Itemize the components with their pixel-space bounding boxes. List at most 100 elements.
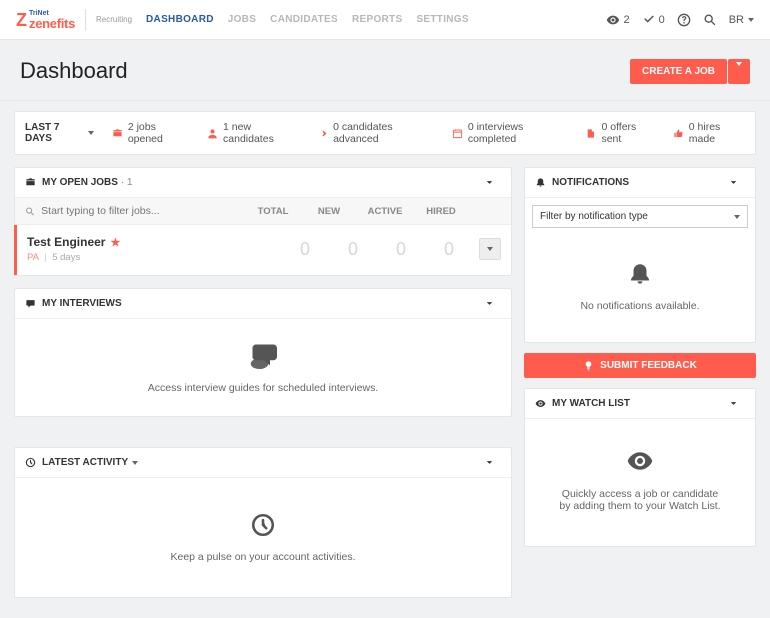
panel-title: MY INTERVIEWS [42, 298, 122, 309]
interviews-empty: Access interview guides for scheduled in… [15, 319, 511, 416]
open-jobs-count: 1 [127, 177, 133, 188]
job-row[interactable]: Test Engineer ★ PA | 5 days 0 0 0 0 [14, 225, 511, 275]
logo-recruiting: Recruiting [96, 16, 132, 24]
col-active: ACTIVE [361, 206, 409, 217]
notifications-empty: No notifications available. [525, 235, 755, 342]
stat-text: 0 interviews completed [468, 121, 568, 145]
thumbs-up-icon [673, 128, 684, 139]
nav-dashboard[interactable]: DASHBOARD [146, 14, 214, 25]
bulb-icon [583, 360, 594, 371]
empty-message: Keep a pulse on your account activities. [170, 551, 355, 563]
date-range-dropdown[interactable]: LAST 7 DAYS [25, 122, 94, 144]
title-row: Dashboard CREATE A JOB [0, 40, 770, 101]
main-nav: DASHBOARD JOBS CANDIDATES REPORTS SETTIN… [146, 14, 469, 25]
empty-message: Quickly access a job or candidate by add… [559, 488, 720, 512]
job-title: Test Engineer [27, 235, 105, 249]
empty-message: No notifications available. [580, 300, 699, 312]
notifications-header[interactable]: NOTIFICATIONS [525, 168, 755, 198]
briefcase-icon [112, 128, 123, 139]
stat-text: 2 jobs opened [128, 121, 189, 145]
user-menu[interactable]: BR [729, 14, 754, 26]
feedback-label: SUBMIT FEEDBACK [600, 360, 697, 371]
bell-icon [627, 261, 653, 290]
views-count: 2 [623, 14, 629, 26]
job-filter-search[interactable] [25, 205, 241, 217]
date-range-label: LAST 7 DAYS [25, 122, 85, 144]
col-hired: HIRED [417, 206, 465, 217]
caret-down-icon [487, 247, 493, 251]
empty-line-2: by adding them to your Watch List. [559, 500, 720, 512]
nav-settings[interactable]: SETTINGS [416, 14, 468, 25]
clock-icon [25, 457, 36, 468]
logo[interactable]: Z TriNet zenefits Recruiting [16, 9, 132, 31]
job-filter-input[interactable] [41, 205, 241, 217]
job-location: PA [27, 252, 38, 263]
stat-text: 0 candidates advanced [333, 121, 434, 145]
panel-title: MY WATCH LIST [552, 398, 630, 409]
notification-type-filter[interactable]: Filter by notification type [532, 205, 748, 228]
search-icon[interactable] [703, 13, 717, 27]
caret-down-icon [88, 131, 94, 135]
star-icon[interactable]: ★ [110, 236, 120, 249]
panel-title: NOTIFICATIONS [552, 177, 629, 188]
filter-label: Filter by notification type [540, 211, 734, 222]
empty-line-1: Quickly access a job or candidate [562, 488, 718, 500]
open-jobs-filter-row: TOTAL NEW ACTIVE HIRED [15, 198, 511, 225]
job-age: 5 days [52, 252, 80, 263]
comment-icon [25, 298, 36, 309]
caret-down-icon [748, 18, 754, 22]
create-job-button[interactable]: CREATE A JOB [630, 59, 727, 84]
interviews-header[interactable]: MY INTERVIEWS [15, 289, 511, 319]
topbar: Z TriNet zenefits Recruiting DASHBOARD J… [0, 0, 770, 40]
views-stat[interactable]: 2 [606, 13, 629, 27]
job-info: Test Engineer ★ PA | 5 days [27, 235, 281, 263]
empty-message: Access interview guides for scheduled in… [148, 382, 379, 394]
col-new: NEW [305, 206, 353, 217]
stat-candidates-advanced: 0 candidates advanced [317, 121, 434, 145]
watchlist-empty: Quickly access a job or candidate by add… [525, 419, 755, 546]
eye-icon [606, 13, 620, 27]
nav-candidates[interactable]: CANDIDATES [270, 14, 338, 25]
stat-text: 0 hires made [689, 121, 745, 145]
create-job-dropdown-button[interactable] [728, 59, 750, 84]
eye-icon [626, 447, 654, 478]
nav-reports[interactable]: REPORTS [352, 14, 402, 25]
watchlist-header[interactable]: MY WATCH LIST [525, 389, 755, 419]
user-initials: BR [729, 14, 744, 26]
summary-stats-bar: LAST 7 DAYS 2 jobs opened 1 new candidat… [14, 111, 756, 155]
col-total: TOTAL [249, 206, 297, 217]
separator: | [44, 252, 46, 263]
document-icon [585, 128, 596, 139]
open-jobs-panel: MY OPEN JOBS · 1 TOTAL NEW ACTIVE HIRED [14, 167, 512, 276]
caret-down-icon [736, 62, 742, 77]
interviews-panel: MY INTERVIEWS Access interview guides fo… [14, 288, 512, 417]
latest-activity-empty: Keep a pulse on your account activities. [15, 478, 511, 597]
panel-title: MY OPEN JOBS [42, 177, 118, 188]
job-count-new: 0 [329, 239, 377, 260]
bell-icon [535, 177, 546, 188]
logo-separator [85, 9, 86, 31]
latest-activity-header[interactable]: LATEST ACTIVITY [15, 448, 511, 478]
briefcase-icon [25, 177, 36, 188]
submit-feedback-button[interactable]: SUBMIT FEEDBACK [524, 353, 756, 378]
panel-title: LATEST ACTIVITY [42, 457, 128, 468]
job-count-active: 0 [377, 239, 425, 260]
user-icon [207, 128, 218, 139]
stat-interviews-completed: 0 interviews completed [452, 121, 568, 145]
check-icon [642, 13, 656, 27]
stat-hires-made: 0 hires made [673, 121, 745, 145]
nav-jobs[interactable]: JOBS [228, 14, 256, 25]
notifications-panel: NOTIFICATIONS Filter by notification typ… [524, 167, 756, 343]
job-count-hired: 0 [425, 239, 473, 260]
checks-stat[interactable]: 0 [642, 13, 665, 27]
stat-new-candidates: 1 new candidates [207, 121, 299, 145]
open-jobs-header[interactable]: MY OPEN JOBS · 1 [15, 168, 511, 198]
help-icon[interactable] [677, 13, 691, 27]
top-right: 2 0 BR [606, 13, 754, 27]
chevron-down-icon [728, 398, 739, 409]
stat-offers-sent: 0 offers sent [585, 121, 654, 145]
chevron-down-icon [484, 457, 495, 468]
eye-icon [535, 398, 546, 409]
job-actions-dropdown[interactable] [479, 238, 501, 260]
chevron-down-icon [728, 177, 739, 188]
